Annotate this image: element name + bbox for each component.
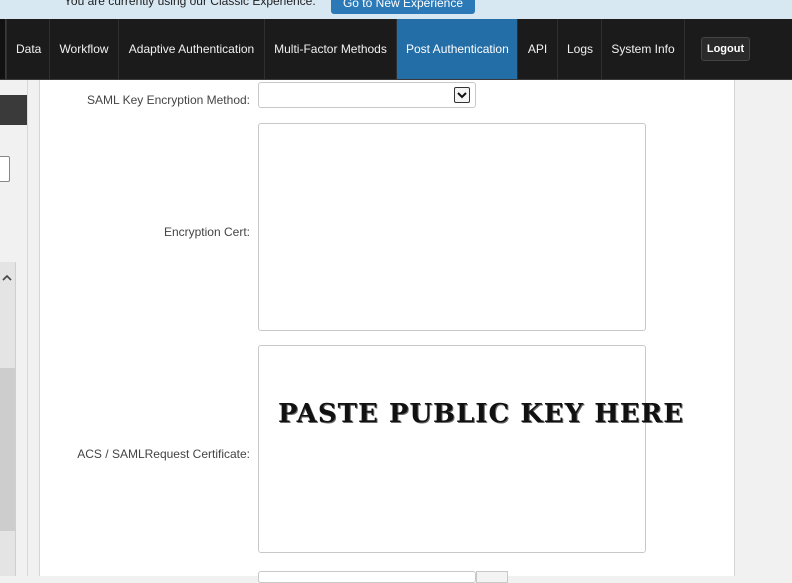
sidebar-input[interactable] [0,156,10,182]
classic-experience-banner: You are currently using our Classic Expe… [0,0,792,19]
nav-item-adaptive-authentication[interactable]: Adaptive Authentication [118,19,264,79]
acs-samlrequest-certificate-textarea[interactable] [258,345,646,553]
encryption-cert-label: Encryption Cert: [163,225,250,239]
chevron-down-icon[interactable] [454,87,470,103]
nav-item-multi-factor-methods[interactable]: Multi-Factor Methods [264,19,396,79]
banner-text: You are currently using our Classic Expe… [64,0,316,8]
encryption-cert-textarea[interactable] [258,123,646,331]
nav-item-api[interactable]: API [517,19,557,79]
acs-samlrequest-certificate-label: ACS / SAMLRequest Certificate: [77,447,250,461]
nav-item-workflow[interactable]: Workflow [49,19,118,79]
next-field-input[interactable] [258,571,476,583]
sidebar-divider [27,80,28,576]
sidebar-scrollbar-thumb[interactable] [0,368,15,531]
nav-item-data[interactable]: Data [6,19,49,79]
chevron-up-icon[interactable] [1,272,13,284]
nav-item-system-info[interactable]: System Info [601,19,684,79]
sidebar-header [0,95,27,125]
main-nav: Data Workflow Adaptive Authentication Mu… [0,19,792,80]
nav-item-post-authentication[interactable]: Post Authentication [396,19,517,79]
logout-button[interactable]: Logout [701,37,750,61]
saml-key-encryption-method-select[interactable] [258,82,476,108]
saml-key-encryption-method-label: SAML Key Encryption Method: [87,93,250,107]
nav-item-logs[interactable]: Logs [557,19,601,79]
next-field-button[interactable] [476,571,508,583]
paste-public-key-annotation: PASTE PUBLIC KEY HERE [278,399,685,429]
go-to-new-experience-button[interactable]: Go to New Experience [331,0,475,14]
